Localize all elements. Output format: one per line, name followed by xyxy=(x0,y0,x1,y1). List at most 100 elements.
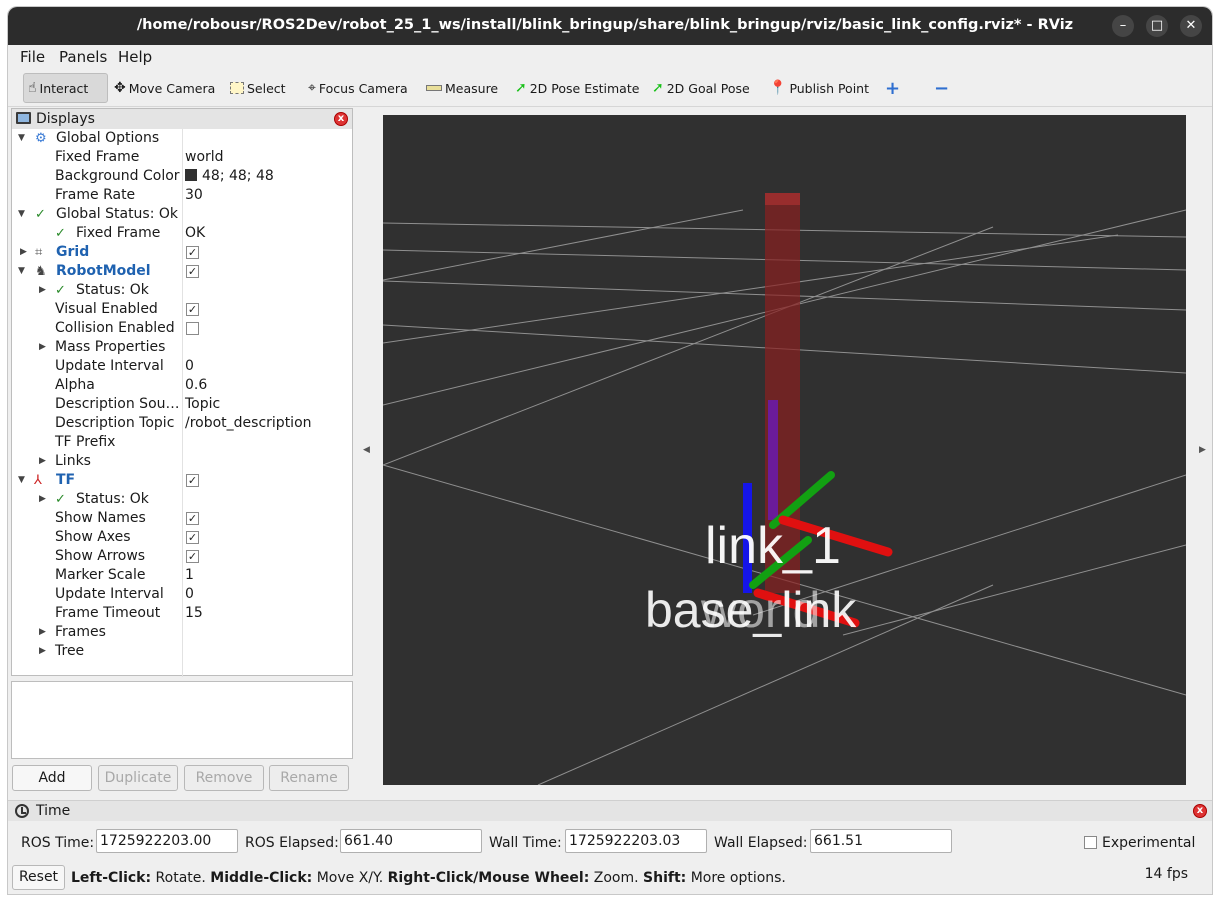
show-arrows-checkbox[interactable]: ✓ xyxy=(186,550,199,563)
tree-row-background-color[interactable]: Background Color 48; 48; 48 xyxy=(12,167,352,186)
row-value[interactable]: 0 xyxy=(185,585,194,604)
ros-elapsed-field[interactable]: 661.40 xyxy=(340,829,482,853)
tree-row-description-topic[interactable]: Description Topic /robot_description xyxy=(12,414,352,433)
tree-row-links[interactable]: ▶ Links xyxy=(12,452,352,471)
menu-file[interactable]: File xyxy=(20,48,45,66)
tree-row-rm-status[interactable]: ▶ ✓ Status: Ok xyxy=(12,281,352,300)
duplicate-button[interactable]: Duplicate xyxy=(98,765,178,791)
tree-row-frames[interactable]: ▶ Frames xyxy=(12,623,352,642)
row-value: OK xyxy=(185,225,206,241)
ros-time-field[interactable]: 1725922203.00 xyxy=(96,829,238,853)
visual-enabled-checkbox[interactable]: ✓ xyxy=(186,303,199,316)
tree-row-marker-scale[interactable]: Marker Scale 1 xyxy=(12,566,352,585)
expand-arrow-icon[interactable]: ▼ xyxy=(18,205,25,224)
tool-2d-pose-estimate[interactable]: ➚ 2D Pose Estimate xyxy=(511,73,643,103)
scene-canvas[interactable]: link_1 base_link world xyxy=(383,115,1186,785)
tree-row-alpha[interactable]: Alpha 0.6 xyxy=(12,376,352,395)
tree-row-global-status[interactable]: ▼ ✓ Global Status: Ok xyxy=(12,205,352,224)
row-value[interactable]: 0.6 xyxy=(185,376,207,395)
fps-counter: 14 fps xyxy=(1144,866,1188,882)
toolbar: ☝ Interact ✥ Move Camera Select ⌖ Focus … xyxy=(8,69,1212,107)
collapse-arrow-icon[interactable]: ▶ xyxy=(39,642,46,661)
tool-focus-camera[interactable]: ⌖ Focus Camera xyxy=(304,73,412,103)
chevron-left-icon[interactable]: ◀ xyxy=(363,445,370,455)
tree-row-gs-fixed-frame[interactable]: ✓ Fixed Frame OK xyxy=(12,224,352,243)
left-splitter[interactable]: ◀ xyxy=(357,108,382,791)
row-value[interactable]: 0 xyxy=(185,357,194,376)
tree-row-tree[interactable]: ▶ Tree xyxy=(12,642,352,661)
experimental-checkbox[interactable] xyxy=(1084,836,1097,849)
row-value[interactable]: 15 xyxy=(185,604,203,623)
expand-arrow-icon[interactable]: ▼ xyxy=(18,471,25,490)
ros-time-label: ROS Time: xyxy=(21,835,95,851)
rename-button[interactable]: Rename xyxy=(269,765,349,791)
expand-arrow-icon[interactable]: ▼ xyxy=(18,129,25,148)
tree-row-grid[interactable]: ▶ ⌗ Grid ✓ xyxy=(12,243,352,262)
add-tool-button[interactable]: + xyxy=(881,73,904,103)
show-axes-checkbox[interactable]: ✓ xyxy=(186,531,199,544)
color-value: 48; 48; 48 xyxy=(202,168,274,184)
tree-row-update-interval[interactable]: Update Interval 0 xyxy=(12,357,352,376)
tree-row-global-options[interactable]: ▼ ⚙ Global Options xyxy=(12,129,352,148)
collapse-arrow-icon[interactable]: ▶ xyxy=(39,490,46,509)
expand-arrow-icon[interactable]: ▼ xyxy=(18,262,25,281)
tree-row-visual-enabled[interactable]: Visual Enabled ✓ xyxy=(12,300,352,319)
row-value[interactable]: 1 xyxy=(185,566,194,585)
menu-help[interactable]: Help xyxy=(118,48,152,66)
color-swatch[interactable] xyxy=(185,169,197,181)
tree-row-collision-enabled[interactable]: Collision Enabled xyxy=(12,319,352,338)
tool-publish-point[interactable]: 📍 Publish Point xyxy=(765,73,873,103)
tool-measure[interactable]: Measure xyxy=(422,73,502,103)
collapse-arrow-icon[interactable]: ▶ xyxy=(20,243,27,262)
tool-2d-goal-pose[interactable]: ➚ 2D Goal Pose xyxy=(648,73,754,103)
render-view-3d[interactable]: link_1 base_link world xyxy=(383,115,1186,785)
collapse-arrow-icon[interactable]: ▶ xyxy=(39,281,46,300)
row-value[interactable]: 48; 48; 48 xyxy=(185,167,274,186)
remove-tool-button[interactable]: − xyxy=(930,73,953,103)
row-value[interactable]: /robot_description xyxy=(185,414,312,433)
tree-row-tf-prefix[interactable]: TF Prefix xyxy=(12,433,352,452)
tree-row-description-source[interactable]: Description Sou… Topic xyxy=(12,395,352,414)
minimize-button[interactable]: – xyxy=(1112,15,1134,37)
collapse-arrow-icon[interactable]: ▶ xyxy=(39,338,46,357)
row-value[interactable]: 30 xyxy=(185,186,203,205)
tree-row-robot-model[interactable]: ▼ ♞ RobotModel ✓ xyxy=(12,262,352,281)
tree-row-tf-update-interval[interactable]: Update Interval 0 xyxy=(12,585,352,604)
right-splitter[interactable]: ▶ xyxy=(1189,108,1212,791)
tree-row-mass-properties[interactable]: ▶ Mass Properties xyxy=(12,338,352,357)
tree-row-show-names[interactable]: Show Names ✓ xyxy=(12,509,352,528)
tree-row-tf-status[interactable]: ▶ ✓ Status: Ok xyxy=(12,490,352,509)
tf-enabled-checkbox[interactable]: ✓ xyxy=(186,474,199,487)
collapse-arrow-icon[interactable]: ▶ xyxy=(39,623,46,642)
row-value[interactable]: Topic xyxy=(185,395,220,414)
row-label: Visual Enabled xyxy=(55,301,158,317)
tree-row-tf[interactable]: ▼ ⅄ TF ✓ xyxy=(12,471,352,490)
menu-panels[interactable]: Panels xyxy=(59,48,107,66)
tool-select[interactable]: Select xyxy=(226,73,290,103)
remove-button[interactable]: Remove xyxy=(184,765,264,791)
add-display-button[interactable]: Add xyxy=(12,765,92,791)
tool-interact[interactable]: ☝ Interact xyxy=(23,73,108,103)
collision-enabled-checkbox[interactable] xyxy=(186,322,199,335)
hint-middle-click: Middle-Click: xyxy=(210,870,313,886)
close-window-button[interactable]: ✕ xyxy=(1180,15,1202,37)
wall-elapsed-field[interactable]: 661.51 xyxy=(810,829,952,853)
wall-time-field[interactable]: 1725922203.03 xyxy=(565,829,707,853)
maximize-button[interactable]: □ xyxy=(1146,15,1168,37)
row-label: Links xyxy=(55,453,91,469)
close-panel-icon[interactable]: x xyxy=(1193,804,1207,818)
tree-row-frame-timeout[interactable]: Frame Timeout 15 xyxy=(12,604,352,623)
tree-row-show-arrows[interactable]: Show Arrows ✓ xyxy=(12,547,352,566)
reset-button[interactable]: Reset xyxy=(12,865,65,890)
tree-row-frame-rate[interactable]: Frame Rate 30 xyxy=(12,186,352,205)
tool-move-camera[interactable]: ✥ Move Camera xyxy=(110,73,219,103)
tree-row-fixed-frame[interactable]: Fixed Frame world xyxy=(12,148,352,167)
chevron-right-icon[interactable]: ▶ xyxy=(1199,445,1206,455)
close-panel-icon[interactable]: x xyxy=(334,112,348,126)
robot-model-enabled-checkbox[interactable]: ✓ xyxy=(186,265,199,278)
tree-row-show-axes[interactable]: Show Axes ✓ xyxy=(12,528,352,547)
row-value[interactable]: world xyxy=(185,148,224,167)
show-names-checkbox[interactable]: ✓ xyxy=(186,512,199,525)
grid-enabled-checkbox[interactable]: ✓ xyxy=(186,246,199,259)
collapse-arrow-icon[interactable]: ▶ xyxy=(39,452,46,471)
